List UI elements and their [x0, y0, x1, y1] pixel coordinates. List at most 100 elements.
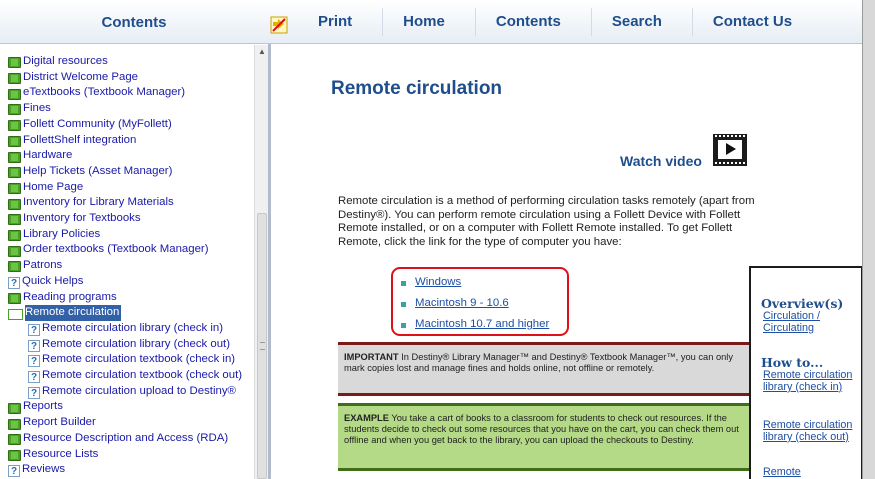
- howto-heading: How to...: [761, 355, 824, 370]
- sidebar-scrollbar[interactable]: ▲: [254, 45, 268, 479]
- video-play-icon[interactable]: [713, 134, 747, 166]
- howto-link-check-out[interactable]: Remote circulation library (check out): [763, 419, 859, 444]
- topic-icon: [28, 339, 40, 354]
- tree-item-label: Remote circulation upload to Destiny®: [42, 384, 236, 397]
- play-icon: [718, 140, 742, 159]
- bullet-icon: [401, 323, 406, 328]
- nav-contents[interactable]: Contents: [476, 8, 592, 36]
- link-macintosh-9-10-6[interactable]: Macintosh 9 - 10.6: [401, 297, 509, 309]
- tree-item[interactable]: Inventory for Library Materials: [8, 195, 242, 211]
- tree-item[interactable]: Resource Description and Access (RDA): [8, 431, 242, 447]
- tree-item[interactable]: Home Page: [8, 180, 242, 196]
- tree-item[interactable]: Remote circulation library (check in): [8, 321, 242, 338]
- nav-search[interactable]: Search: [592, 8, 693, 36]
- book-icon: [8, 88, 21, 100]
- page-title: Remote circulation: [331, 78, 503, 99]
- nav-home[interactable]: Home: [383, 8, 476, 36]
- howto-link-check-in[interactable]: Remote circulation library (check in): [763, 369, 859, 394]
- tree-item[interactable]: Library Policies: [8, 227, 242, 243]
- tree-item[interactable]: Reviews: [8, 462, 242, 479]
- tree-item[interactable]: Report Builder: [8, 415, 242, 431]
- tree-item[interactable]: Reading programs: [8, 290, 242, 306]
- book-icon: [8, 198, 21, 210]
- tree-item-label: Order textbooks (Textbook Manager): [23, 243, 209, 256]
- tree-item-label: Hardware: [23, 149, 73, 162]
- topic-icon: [8, 276, 20, 291]
- tree-item-label: Reviews: [22, 463, 66, 476]
- example-label: EXAMPLE: [344, 413, 389, 423]
- topic-icon: [28, 386, 40, 401]
- tree-item[interactable]: Inventory for Textbooks: [8, 211, 242, 227]
- related-topics-panel: Overview(s) Circulation / Circulating Ho…: [749, 266, 863, 479]
- link-windows[interactable]: Windows: [401, 276, 461, 288]
- tree-item[interactable]: Follett Community (MyFollett): [8, 117, 242, 133]
- tree-item[interactable]: Remote circulation: [8, 305, 242, 321]
- top-nav: Print Home Contents Search Contact Us: [298, 0, 822, 44]
- window-frame-edge: [862, 0, 875, 479]
- book-icon: [8, 104, 21, 116]
- tree-item-label: Help Tickets (Asset Manager): [23, 164, 173, 177]
- tree-item[interactable]: FollettShelf integration: [8, 133, 242, 149]
- topic-icon: [28, 370, 40, 386]
- open-book-icon: [8, 308, 23, 320]
- tree-item-label: eTextbooks (Textbook Manager): [23, 86, 186, 99]
- book-icon: [8, 292, 21, 304]
- tree-item-label: Inventory for Library Materials: [23, 196, 174, 209]
- tree-item[interactable]: Reports: [8, 399, 242, 415]
- overview-link-circulation[interactable]: Circulation / Circulating: [763, 310, 859, 335]
- tree-item[interactable]: Remote circulation upload to Destiny®: [8, 384, 242, 401]
- important-text: In Destiny® Library Manager™ and Destiny…: [344, 352, 734, 374]
- tree-item[interactable]: Digital resources: [8, 54, 242, 70]
- book-icon: [8, 245, 21, 257]
- scrollbar-grip: [260, 342, 265, 350]
- tree-item[interactable]: Resource Lists: [8, 447, 242, 463]
- example-text: You take a cart of books to a classroom …: [344, 413, 739, 446]
- sync-toc-icon[interactable]: [270, 16, 288, 34]
- contents-tree: Digital resources District Welcome Page eT…: [8, 54, 242, 479]
- tree-item-label: Resource Description and Access (RDA): [23, 431, 229, 444]
- nav-contact-us[interactable]: Contact Us: [693, 8, 822, 36]
- tree-item[interactable]: Fines: [8, 101, 242, 117]
- contents-header: Contents: [101, 13, 167, 31]
- book-icon: [8, 418, 21, 430]
- tree-item[interactable]: Help Tickets (Asset Manager): [8, 164, 242, 180]
- book-icon: [8, 449, 21, 461]
- tree-item-label: FollettShelf integration: [23, 133, 137, 146]
- tree-item[interactable]: Order textbooks (Textbook Manager): [8, 242, 242, 258]
- important-note: IMPORTANT In Destiny® Library Manager™ a…: [338, 342, 758, 396]
- tree-item[interactable]: Remote circulation textbook (check out): [8, 368, 242, 386]
- tree-item-label: Quick Helps: [22, 274, 84, 287]
- tree-item[interactable]: Remote circulation library (check out): [8, 337, 242, 354]
- nav-print[interactable]: Print: [298, 8, 384, 36]
- tree-item[interactable]: Remote circulation textbook (check in): [8, 352, 242, 370]
- howto-link-remote[interactable]: Remote: [763, 466, 859, 479]
- book-icon: [8, 214, 21, 226]
- watch-video-link[interactable]: Watch video: [620, 153, 702, 169]
- book-icon: [8, 182, 21, 194]
- tree-item-label: Report Builder: [23, 416, 96, 429]
- scrollbar-thumb[interactable]: [257, 213, 267, 479]
- tree-item[interactable]: eTextbooks (Textbook Manager): [8, 85, 242, 101]
- tree-item-label: District Welcome Page: [23, 70, 138, 83]
- tree-item-label: Follett Community (MyFollett): [23, 117, 172, 130]
- intro-paragraph: Remote circulation is a method of perfor…: [338, 195, 755, 248]
- tree-item[interactable]: Patrons: [8, 258, 242, 274]
- book-icon: [8, 402, 21, 414]
- example-note: EXAMPLE You take a cart of books to a cl…: [338, 403, 758, 471]
- tree-item-label: Home Page: [23, 180, 84, 193]
- tree-item-label: Reports: [23, 400, 63, 413]
- link-macintosh-10-7[interactable]: Macintosh 10.7 and higher: [401, 318, 549, 330]
- book-icon: [8, 120, 21, 132]
- book-icon: [8, 151, 21, 163]
- book-icon: [8, 230, 21, 242]
- topic-content: Remote circulation Watch video Remote ci…: [271, 45, 875, 479]
- tree-item[interactable]: District Welcome Page: [8, 70, 242, 86]
- tree-item-label: Remote circulation library (check out): [42, 337, 231, 350]
- tree-item[interactable]: Quick Helps: [8, 274, 242, 291]
- scroll-up-icon[interactable]: ▲: [255, 45, 269, 59]
- tree-item-label: Resource Lists: [23, 447, 99, 460]
- contents-tree-panel: Digital resources District Welcome Page eT…: [0, 45, 268, 479]
- bullet-icon: [401, 281, 406, 286]
- tree-item[interactable]: Hardware: [8, 148, 242, 164]
- book-icon: [8, 73, 21, 85]
